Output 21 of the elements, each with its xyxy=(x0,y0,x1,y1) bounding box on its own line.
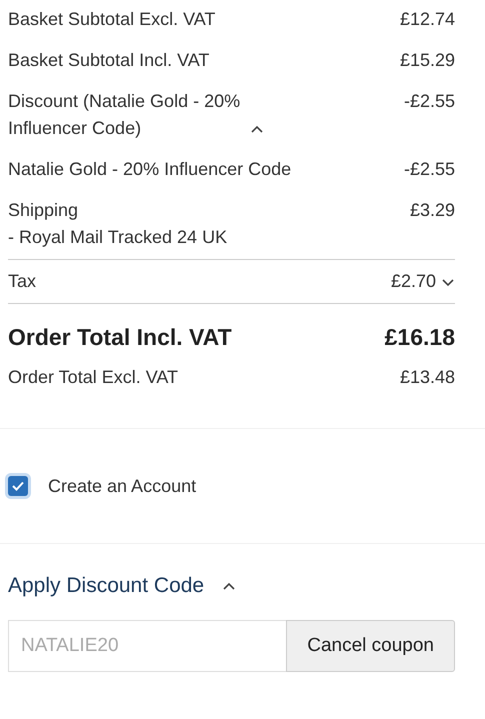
summary-value: £12.74 xyxy=(400,8,455,31)
summary-value: -£2.55 xyxy=(404,90,455,113)
order-total-label: Order Total Incl. VAT xyxy=(8,324,232,351)
summary-label: Shipping xyxy=(8,199,80,222)
checkbox[interactable] xyxy=(8,476,28,496)
shipping-method: - Royal Mail Tracked 24 UK xyxy=(8,226,228,249)
checkbox-label[interactable]: Create an Account xyxy=(48,476,196,496)
order-total-excl-value: £13.48 xyxy=(400,367,455,388)
summary-value: £15.29 xyxy=(400,49,455,72)
tax-label: Tax xyxy=(8,270,36,293)
summary-label: Discount (Natalie Gold - 20% Influencer Code) xyxy=(8,90,242,140)
order-total-excl-label: Order Total Excl. VAT xyxy=(8,367,178,388)
summary-label: Basket Subtotal Incl. VAT xyxy=(8,50,210,70)
order-total-value: £16.18 xyxy=(384,324,455,351)
tax-value: £2.70 xyxy=(390,270,436,293)
summary-label: Basket Subtotal Excl. VAT xyxy=(8,9,216,29)
summary-value: £3.29 xyxy=(410,199,455,222)
checkmark-icon xyxy=(11,480,25,492)
summary-label: Natalie Gold - 20% Influencer Code xyxy=(8,159,292,179)
summary-value: -£2.55 xyxy=(404,158,455,181)
chevron-up-icon[interactable] xyxy=(250,123,264,135)
